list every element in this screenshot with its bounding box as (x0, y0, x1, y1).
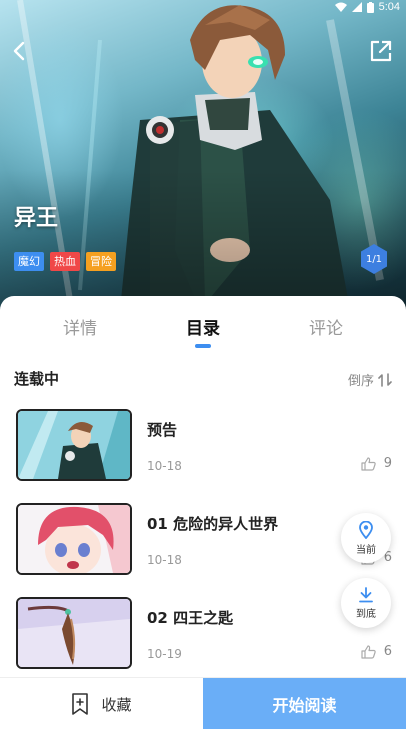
chapter-title: 01 危险的异人世界 (147, 515, 279, 533)
chapter-thumbnail (16, 409, 132, 481)
chapter-thumbnail (16, 597, 132, 669)
location-pin-icon (359, 520, 373, 539)
chapter-title: 02 四王之匙 (147, 609, 234, 627)
comic-title: 异王 (14, 206, 59, 231)
chapter-date: 10-19 (147, 647, 182, 661)
page-badge-text: 1/1 (365, 253, 383, 265)
battery-icon (366, 1, 374, 13)
share-button[interactable] (366, 36, 396, 66)
chapter-like[interactable]: 9 (361, 456, 392, 471)
like-count: 9 (383, 456, 392, 471)
jump-current-button[interactable]: 当前 (341, 513, 391, 563)
genre-tag[interactable]: 魔幻 (14, 252, 44, 271)
download-arrow-icon (359, 586, 373, 602)
genre-tags: 魔幻 热血 冒险 (14, 252, 116, 271)
chapter-title: 预告 (147, 421, 178, 439)
bottom-action-bar: 收藏 开始阅读 (0, 677, 406, 729)
catalog-header: 连载中 倒序 (0, 368, 406, 390)
sort-icon (378, 372, 392, 387)
chevron-left-icon (13, 41, 25, 61)
start-reading-button[interactable]: 开始阅读 (203, 678, 406, 729)
serial-status: 连载中 (14, 370, 60, 388)
signal-icon (351, 2, 362, 12)
sort-label: 倒序 (347, 374, 374, 389)
favorite-label: 收藏 (101, 695, 132, 714)
chapter-item[interactable]: 预告 10-18 9 (0, 409, 406, 489)
chapter-date: 10-18 (147, 553, 182, 567)
jump-bottom-button[interactable]: 到底 (341, 578, 391, 628)
status-bar: 5:04 (334, 0, 400, 14)
chapter-date: 10-18 (147, 459, 182, 473)
content-sheet: 详情 目录 评论 连载中 倒序 预告 10-18 9 01 危险的异人世界 10… (0, 296, 406, 729)
page-badge: 1/1 (359, 243, 389, 275)
tab-bar: 详情 目录 评论 (0, 296, 406, 352)
favorite-button[interactable]: 收藏 (0, 678, 203, 729)
tab-indicator (195, 344, 211, 348)
back-button[interactable] (4, 36, 34, 66)
like-count: 6 (383, 644, 392, 659)
thumbs-up-icon (361, 644, 376, 659)
bookmark-add-icon (72, 693, 89, 715)
status-time: 5:04 (378, 1, 400, 13)
tab-catalog[interactable]: 目录 (173, 314, 233, 339)
genre-tag[interactable]: 冒险 (86, 252, 116, 271)
chapter-thumbnail (16, 503, 132, 575)
wifi-icon (334, 2, 347, 12)
genre-tag[interactable]: 热血 (50, 252, 80, 271)
cover-gradient (0, 170, 406, 310)
chapter-like[interactable]: 6 (361, 644, 392, 659)
jump-bottom-label: 到底 (356, 608, 376, 620)
jump-current-label: 当前 (356, 544, 376, 556)
tab-comments[interactable]: 评论 (296, 314, 356, 339)
share-icon (370, 40, 392, 62)
cover-hero: 5:04 异王 魔幻 热血 冒险 1/1 (0, 0, 406, 310)
thumbs-up-icon (361, 456, 376, 471)
sort-button[interactable]: 倒序 (348, 370, 392, 389)
tab-details[interactable]: 详情 (50, 314, 110, 339)
